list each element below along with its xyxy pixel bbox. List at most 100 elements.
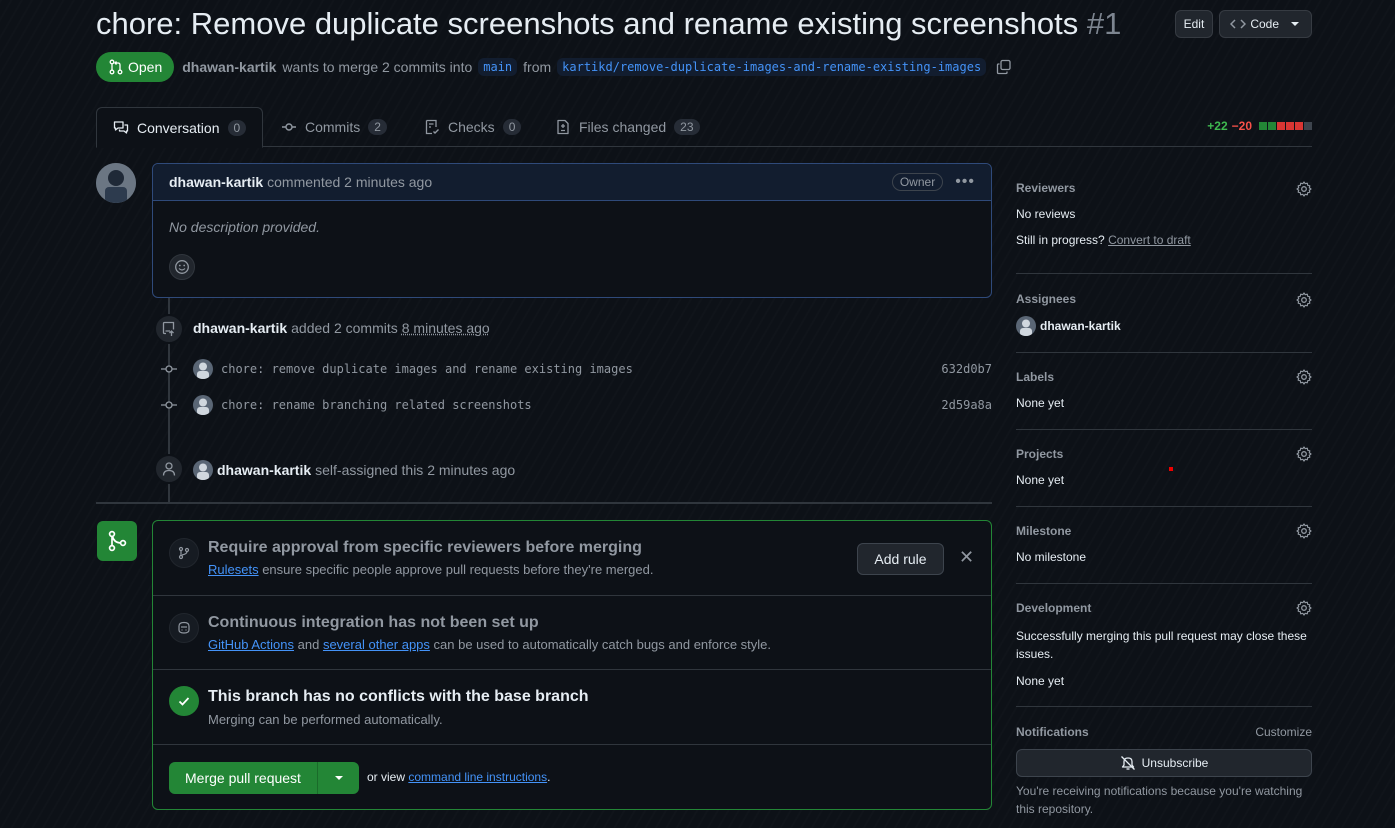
- sidebar-projects: Projects None yet: [1016, 430, 1312, 507]
- event-action: self-assigned this 2 minutes ago: [315, 462, 516, 478]
- ruleset-desc: ensure specific people approve pull requ…: [262, 562, 654, 577]
- git-merge-icon: [97, 521, 137, 561]
- tab-files-changed[interactable]: Files changed 23: [539, 107, 716, 147]
- sidebar-value: None yet: [1016, 674, 1065, 688]
- pr-meta: Open dhawan-kartik wants to merge 2 comm…: [96, 52, 1012, 82]
- ci-text: GitHub Actions and several other apps ca…: [208, 637, 771, 652]
- commit-row: chore: remove duplicate images and renam…: [160, 357, 992, 381]
- gear-icon[interactable]: [1296, 446, 1312, 462]
- comment-discussion-icon: [113, 120, 129, 134]
- github-actions-link[interactable]: GitHub Actions: [208, 637, 294, 652]
- commit-message[interactable]: chore: rename branching related screensh…: [221, 398, 532, 412]
- tab-counter: 2: [368, 119, 387, 135]
- tab-label: Checks: [448, 119, 495, 135]
- sidebar-heading[interactable]: Projects: [1016, 447, 1063, 461]
- conflicts-section: This branch has no conflicts with the ba…: [153, 670, 991, 745]
- bell-slash-icon: [1120, 756, 1135, 770]
- sidebar-heading[interactable]: Milestone: [1016, 524, 1071, 538]
- tab-label: Conversation: [137, 119, 220, 136]
- timeline-divider: [96, 502, 992, 504]
- event-avatar[interactable]: [193, 460, 213, 480]
- base-branch[interactable]: main: [478, 58, 518, 76]
- commit-sha[interactable]: 632d0b7: [941, 362, 992, 376]
- smiley-icon: [175, 260, 189, 274]
- commit-sha[interactable]: 2d59a8a: [941, 398, 992, 412]
- commit-avatar[interactable]: [193, 395, 213, 415]
- comment-box: dhawan-kartik commented 2 minutes ago Ow…: [152, 163, 992, 298]
- diffstat-block: [1268, 122, 1276, 130]
- command-line-link[interactable]: command line instructions: [408, 770, 547, 784]
- from-text: from: [523, 59, 552, 75]
- gear-icon[interactable]: [1296, 369, 1312, 385]
- diffstat-block: [1304, 122, 1312, 130]
- sidebar-heading[interactable]: Reviewers: [1016, 181, 1075, 195]
- tab-label: Commits: [305, 119, 361, 135]
- sidebar-heading[interactable]: Development: [1016, 601, 1091, 615]
- progress-text: Still in progress?: [1016, 233, 1105, 247]
- close-icon[interactable]: ✕: [959, 547, 974, 568]
- event-author[interactable]: dhawan-kartik: [217, 462, 311, 478]
- pr-author-link[interactable]: dhawan-kartik: [182, 59, 276, 75]
- commit-row: chore: rename branching related screensh…: [160, 393, 992, 417]
- conflicts-title: This branch has no conflicts with the ba…: [208, 688, 589, 705]
- diffstat-block: [1286, 122, 1294, 130]
- sidebar-heading[interactable]: Assignees: [1016, 292, 1076, 306]
- kebab-horizontal-icon[interactable]: •••: [955, 173, 975, 191]
- chevron-down-icon: [1291, 22, 1299, 26]
- sidebar-value: None yet: [1016, 473, 1065, 487]
- other-apps-link[interactable]: several other apps: [323, 637, 430, 652]
- git-pull-request-icon: [109, 59, 123, 75]
- merge-pull-request-button[interactable]: Merge pull request: [169, 762, 318, 794]
- gear-icon[interactable]: [1296, 523, 1312, 539]
- assignee[interactable]: dhawan-kartik: [1016, 316, 1121, 336]
- person-icon: [162, 462, 176, 476]
- sidebar-value: No milestone: [1016, 550, 1087, 564]
- tab-commits[interactable]: Commits 2: [265, 107, 403, 147]
- event-action: added 2 commits: [291, 320, 398, 336]
- add-reaction-button[interactable]: [169, 254, 195, 280]
- sidebar-heading[interactable]: Labels: [1016, 370, 1054, 384]
- add-rule-button[interactable]: Add rule: [857, 543, 944, 575]
- tab-conversation[interactable]: Conversation 0: [96, 107, 264, 148]
- development-text: Successfully merging this pull request m…: [1016, 629, 1307, 661]
- checklist-icon: [425, 119, 439, 135]
- event-author[interactable]: dhawan-kartik: [193, 320, 287, 336]
- state-badge: Open: [96, 52, 175, 82]
- ci-title: Continuous integration has not been set …: [208, 614, 539, 631]
- tab-counter: 0: [502, 119, 522, 135]
- code-button[interactable]: Code: [1219, 10, 1312, 38]
- file-diff-icon: [557, 119, 569, 135]
- commit-avatar[interactable]: [193, 359, 213, 379]
- ci-and: and: [297, 637, 320, 652]
- branch-icon: [169, 538, 199, 568]
- conflicts-text: Merging can be performed automatically.: [208, 712, 443, 727]
- merge-options-button[interactable]: [318, 762, 359, 794]
- rulesets-link[interactable]: Rulesets: [208, 562, 259, 577]
- convert-to-draft-link[interactable]: Convert to draft: [1108, 233, 1191, 247]
- commit-message[interactable]: chore: remove duplicate images and renam…: [221, 362, 633, 376]
- gear-icon[interactable]: [1296, 181, 1312, 197]
- unsubscribe-label: Unsubscribe: [1141, 756, 1209, 770]
- comment-author[interactable]: dhawan-kartik: [169, 174, 263, 190]
- customize-link[interactable]: Customize: [1255, 725, 1312, 739]
- copy-icon[interactable]: [996, 59, 1012, 75]
- git-commit-icon: [160, 360, 178, 378]
- merge-button-group: Merge pull request: [169, 762, 359, 794]
- gear-icon[interactable]: [1296, 292, 1312, 308]
- owner-badge: Owner: [891, 173, 944, 191]
- avatar[interactable]: [96, 163, 136, 203]
- pr-title: chore: Remove duplicate screenshots and …: [96, 6, 1121, 42]
- tab-checks[interactable]: Checks 0: [408, 107, 537, 147]
- sidebar-reviewers: Reviewers No reviews Still in progress? …: [1016, 163, 1312, 274]
- ruleset-text: Rulesets ensure specific people approve …: [208, 562, 653, 577]
- gear-icon[interactable]: [1296, 600, 1312, 616]
- diffstat-additions: +22: [1207, 119, 1228, 133]
- edit-button[interactable]: Edit: [1174, 10, 1214, 38]
- git-commit-icon: [160, 396, 178, 414]
- head-branch[interactable]: kartikd/remove-duplicate-images-and-rena…: [557, 58, 987, 76]
- unsubscribe-button[interactable]: Unsubscribe: [1016, 749, 1312, 777]
- merge-alt-text: or view command line instructions.: [367, 770, 550, 784]
- event-time[interactable]: 8 minutes ago: [402, 320, 490, 336]
- sidebar-labels: Labels None yet: [1016, 353, 1312, 430]
- alt-prefix: or view: [367, 770, 406, 784]
